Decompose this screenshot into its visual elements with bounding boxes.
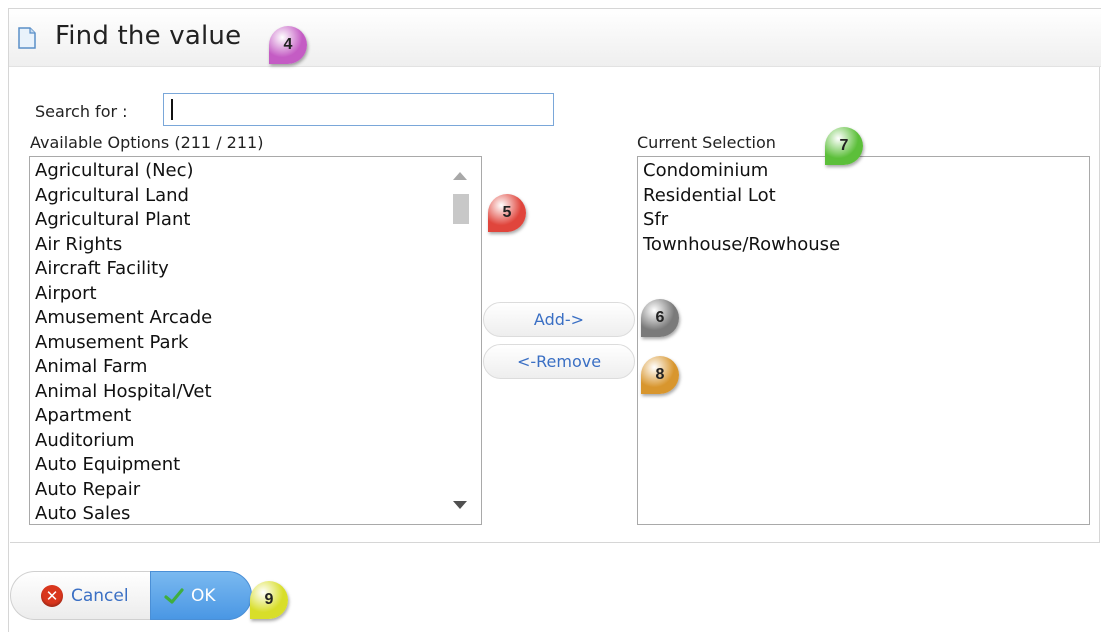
- checkmark-icon: [164, 587, 184, 604]
- callout-7: 7: [825, 127, 863, 165]
- text-caret: [171, 99, 173, 120]
- add-button[interactable]: Add->: [483, 302, 635, 337]
- available-option-list-item[interactable]: Airport: [35, 282, 481, 307]
- available-list-scrollbar[interactable]: [445, 157, 481, 524]
- cancel-button-label: Cancel: [71, 585, 129, 606]
- search-label: Search for :: [35, 102, 128, 121]
- current-selection-list-item[interactable]: Townhouse/Rowhouse: [643, 233, 1089, 258]
- current-selection-list-item[interactable]: Condominium: [643, 159, 1089, 184]
- current-selection-label: Current Selection: [637, 133, 776, 152]
- callout-5: 5: [488, 194, 526, 232]
- cancel-x-icon: ✕: [41, 584, 63, 607]
- available-option-list-item[interactable]: Animal Hospital/Vet: [35, 380, 481, 405]
- scroll-thumb[interactable]: [453, 194, 469, 224]
- callout-8: 8: [641, 356, 679, 394]
- remove-button[interactable]: <-Remove: [483, 344, 635, 379]
- current-selection-list-item[interactable]: Residential Lot: [643, 184, 1089, 209]
- cancel-button[interactable]: ✕ Cancel: [10, 571, 150, 620]
- available-option-list-item[interactable]: Agricultural Plant: [35, 208, 481, 233]
- available-option-list-item[interactable]: Agricultural Land: [35, 184, 481, 209]
- current-selection-list[interactable]: Condominium Residential Lot Sfr Townhouse/R…: [637, 156, 1090, 525]
- available-option-list-item[interactable]: Amusement Park: [35, 331, 481, 356]
- available-option-list-item[interactable]: Amusement Arcade: [35, 306, 481, 331]
- available-options-list[interactable]: Agricultural (Nec) Agricultural Land Agric…: [29, 156, 482, 525]
- callout-6: 6: [641, 299, 679, 337]
- available-option-list-item[interactable]: Apartment: [35, 404, 481, 429]
- current-selection-list-item[interactable]: Sfr: [643, 208, 1089, 233]
- available-option-list-item[interactable]: Auto Equipment: [35, 453, 481, 478]
- available-option-list-item[interactable]: Air Rights: [35, 233, 481, 258]
- scroll-down-icon[interactable]: [453, 501, 467, 509]
- available-option-list-item[interactable]: Auto Repair: [35, 478, 481, 503]
- available-option-list-item[interactable]: Aircraft Facility: [35, 257, 481, 282]
- available-options-label: Available Options (211 / 211): [30, 133, 264, 152]
- available-option-list-item[interactable]: Animal Farm: [35, 355, 481, 380]
- document-icon: [18, 27, 36, 49]
- available-option-list-item[interactable]: Auto Sales: [35, 502, 481, 524]
- ok-button[interactable]: OK: [150, 571, 252, 620]
- search-input[interactable]: [163, 93, 554, 126]
- callout-9: 9: [250, 581, 288, 619]
- available-option-list-item[interactable]: Agricultural (Nec): [35, 159, 481, 184]
- dialog-titlebar: Find the value: [9, 9, 1101, 67]
- find-value-dialog: Find the value Search for : Available Op…: [8, 8, 1101, 632]
- available-option-list-item[interactable]: Auditorium: [35, 429, 481, 454]
- dialog-content: Search for : Available Options (211 / 21…: [10, 67, 1100, 543]
- ok-button-label: OK: [191, 585, 216, 606]
- scroll-up-icon[interactable]: [453, 172, 467, 180]
- callout-4: 4: [269, 26, 307, 64]
- dialog-title: Find the value: [55, 21, 242, 51]
- dialog-footer: ✕ Cancel OK: [10, 571, 252, 620]
